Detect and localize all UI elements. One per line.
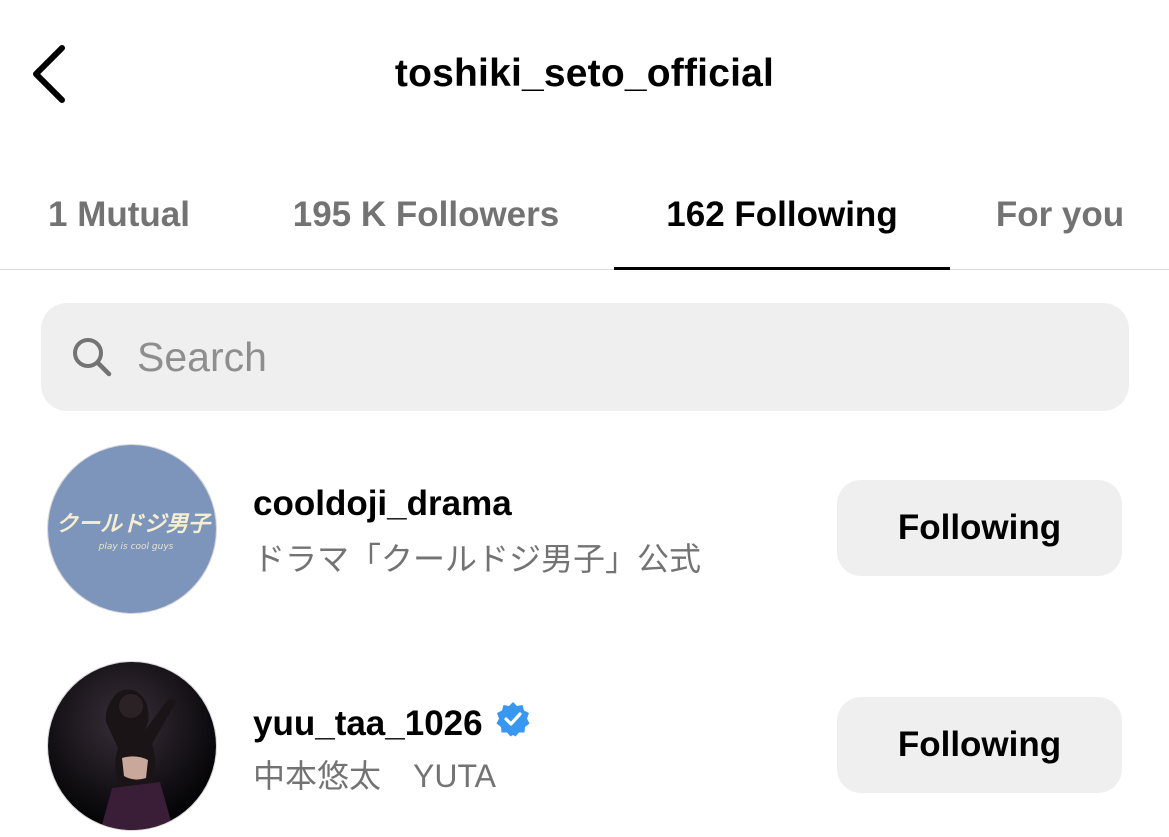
full-name: ドラマ「クールドジ男子」公式 (253, 541, 702, 577)
username[interactable]: yuu_taa_1026 (253, 701, 531, 746)
search-icon (71, 336, 113, 378)
active-tab-indicator (614, 267, 950, 270)
list-item[interactable]: yuu_taa_1026 中本悠太 YUTA Following (0, 655, 1169, 835)
search-bar[interactable] (41, 303, 1129, 411)
tab-followers[interactable]: 195 K Followers (250, 160, 602, 270)
search-input[interactable] (137, 333, 1037, 381)
username[interactable]: cooldoji_drama (253, 484, 512, 524)
following-button[interactable]: Following (837, 697, 1122, 793)
list-item[interactable]: クールドジ男子 play is cool guys cooldoji_drama… (0, 438, 1169, 618)
avatar[interactable]: クールドジ男子 play is cool guys (47, 444, 217, 614)
following-list-screen: toshiki_seto_official 1 Mutual 195 K Fol… (0, 0, 1169, 837)
tab-bar: 1 Mutual 195 K Followers 162 Following F… (0, 160, 1169, 270)
verified-badge-icon (495, 701, 531, 746)
username-text[interactable]: cooldoji_drama (253, 484, 512, 524)
header: toshiki_seto_official (0, 0, 1169, 150)
tab-mutual[interactable]: 1 Mutual (20, 160, 218, 270)
avatar-logo-text: クールドジ男子 (56, 512, 212, 537)
page-title: toshiki_seto_official (394, 52, 775, 95)
avatar[interactable] (47, 661, 217, 831)
username-text[interactable]: yuu_taa_1026 (253, 704, 483, 744)
full-name: 中本悠太 YUTA (253, 758, 496, 794)
tab-for-you[interactable]: For you (975, 160, 1145, 270)
avatar-logo-subtext: play is cool guys (98, 542, 174, 552)
following-button[interactable]: Following (837, 480, 1122, 576)
tab-following[interactable]: 162 Following (614, 160, 950, 270)
